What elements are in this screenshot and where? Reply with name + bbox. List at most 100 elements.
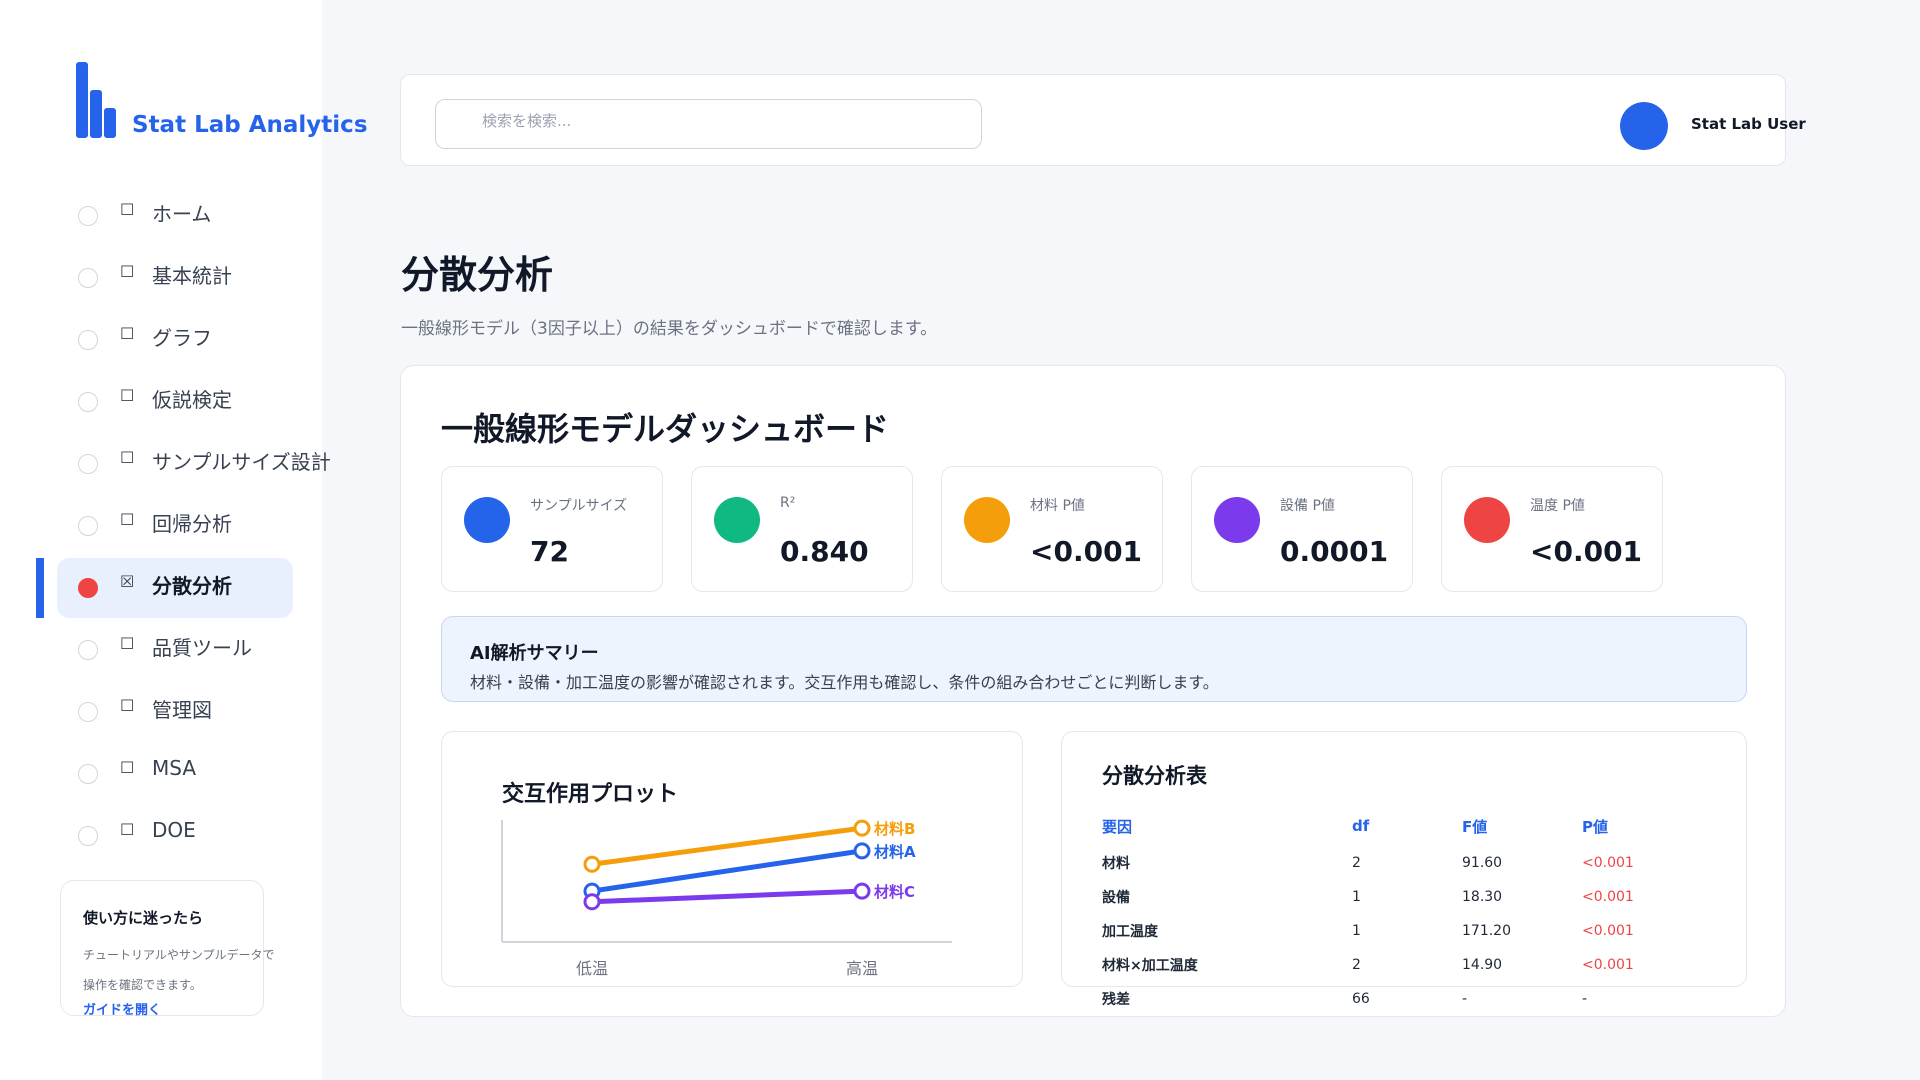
anova-column-header[interactable]: P値 [1582,806,1702,846]
app-logo[interactable]: Stat Lab Analytics [76,62,368,138]
dashboard-title: 一般線形モデルダッシュボード [441,410,890,448]
kpi-dot-icon [1214,497,1260,543]
sidebar-item-label: 回帰分析 [152,512,232,536]
series-line [589,888,865,905]
search-input[interactable] [482,112,962,130]
sidebar-nav: ☐ ホーム ☐ 基本統計 ☐ グラフ ☐ 仮説検定 ☐ サンプルサイズ設計 ☐ 回帰分析 ☒ 分散分析 ☐ 品… [0,186,331,868]
sidebar-item[interactable]: ☐ ホーム [0,186,322,248]
ai-summary-title: AI解析サマリー [470,643,599,664]
sidebar-item[interactable]: ☐ 仮説検定 [0,372,322,434]
kpi-value: <0.001 [1030,535,1143,568]
ai-summary-text: 材料・設備・加工温度の影響が確認されます。交互作用も確認し、条件の組み合わせごと… [470,673,1219,692]
data-point [853,819,871,837]
table-cell: 18.30 [1462,889,1503,905]
search-box[interactable] [435,99,982,149]
kpi-dot-icon [1464,497,1510,543]
kpi-value: 0.0001 [1280,535,1389,568]
table-cell: 91.60 [1462,855,1503,871]
table-cell: 2 [1352,855,1361,871]
anova-column-header[interactable]: df [1352,806,1462,846]
kpi-label: 材料 P値 [1030,498,1085,514]
radio-icon [78,454,98,474]
series-label: 材料C [874,883,915,901]
table-cell: 材料×加工温度 [1102,958,1198,974]
kpi-value: 72 [530,535,569,568]
sidebar-item[interactable]: ☐ 品質ツール [0,620,322,682]
radio-icon [78,268,98,288]
table-row: 設備 1 18.30 <0.001 [1102,880,1702,914]
user-avatar[interactable] [1620,102,1668,150]
app-name: Stat Lab Analytics [132,112,368,138]
kpi-card: R² 0.840 [691,466,913,592]
anova-column-header[interactable]: 要因 [1102,806,1352,846]
kpi-value: 0.840 [780,535,869,568]
table-cell: 171.20 [1462,923,1511,939]
radio-icon [78,702,98,722]
kpi-label: サンプルサイズ [530,498,628,514]
table-cell: 14.90 [1462,957,1503,973]
data-point [583,855,601,873]
help-text: チュートリアルやサンプルデータで操作を確認できます。 [83,948,275,992]
table-cell: 材料 [1102,856,1130,872]
checkbox-icon: ☐ [120,200,135,219]
sidebar-item-label: 仮説検定 [152,388,232,412]
table-cell: <0.001 [1582,957,1634,973]
checkbox-icon: ☐ [120,448,135,467]
series-label: 材料B [874,820,915,838]
radio-icon [78,516,98,536]
checkbox-icon: ☐ [120,324,135,343]
data-point [853,842,871,860]
table-cell: 設備 [1102,890,1130,906]
kpi-dot-icon [964,497,1010,543]
table-row: 材料 2 91.60 <0.001 [1102,846,1702,880]
sidebar-item[interactable]: ☒ 分散分析 [0,558,322,620]
ai-summary-card: AI解析サマリー 材料・設備・加工温度の影響が確認されます。交互作用も確認し、条… [441,616,1747,702]
anova-column-header[interactable]: F値 [1462,806,1582,846]
table-cell: <0.001 [1582,889,1634,905]
table-row: 残差 66 - - [1102,982,1702,1016]
anova-header-row: 要因 df F値 P値 [1102,806,1702,846]
help-card: 使い方に迷ったら チュートリアルやサンプルデータで操作を確認できます。 ガイドを… [60,880,275,1018]
checkbox-icon: ☐ [120,262,135,281]
radio-icon [78,578,98,598]
sidebar-item[interactable]: ☐ グラフ [0,310,322,372]
radio-icon [78,640,98,660]
sidebar-item[interactable]: ☐ 基本統計 [0,248,322,310]
sidebar-item[interactable]: ☐ MSA [0,744,322,806]
checkbox-icon: ☐ [120,510,135,529]
sidebar-item-label: DOE [152,818,196,842]
data-point [853,882,871,900]
table-cell: 残差 [1102,992,1130,1008]
table-cell: <0.001 [1582,855,1634,871]
sidebar-item[interactable]: ☐ サンプルサイズ設計 [0,434,331,496]
kpi-label: R² [780,495,796,511]
table-cell: 1 [1352,923,1361,939]
checkbox-icon: ☐ [120,386,135,405]
radio-icon [78,392,98,412]
radio-icon [78,206,98,226]
help-title: 使い方に迷ったら [83,909,204,927]
user-name[interactable]: Stat Lab User [1691,115,1806,133]
page-title: 分散分析 [401,253,554,297]
table-cell: 1 [1352,889,1361,905]
table-cell: 66 [1352,991,1370,1007]
kpi-card: サンプルサイズ 72 [441,466,663,592]
sidebar-item-label: 管理図 [152,698,212,722]
data-point [583,893,601,911]
sidebar-item[interactable]: ☐ DOE [0,806,322,868]
x-tick-label: 高温 [846,959,878,978]
sidebar-item-label: サンプルサイズ設計 [152,450,331,474]
anova-table-title: 分散分析表 [1102,764,1207,788]
radio-icon [78,330,98,350]
sidebar-item-label: 基本統計 [152,264,232,288]
sidebar-item-label: MSA [152,756,197,780]
bar-chart-logo-icon [76,62,120,138]
anova-table-card: 分散分析表 要因 df F値 P値 材料 2 91.60 <0.001 設備 1 18.30 <0.… [1061,731,1747,1008]
sidebar-item-label: 品質ツール [152,636,252,660]
sidebar-item[interactable]: ☐ 回帰分析 [0,496,322,558]
checkbox-icon: ☐ [120,634,135,653]
sidebar-item[interactable]: ☐ 管理図 [0,682,322,744]
table-cell: - [1462,991,1468,1007]
checkbox-icon: ☐ [120,696,135,715]
open-guide-link[interactable]: ガイドを開く [83,1000,263,1022]
